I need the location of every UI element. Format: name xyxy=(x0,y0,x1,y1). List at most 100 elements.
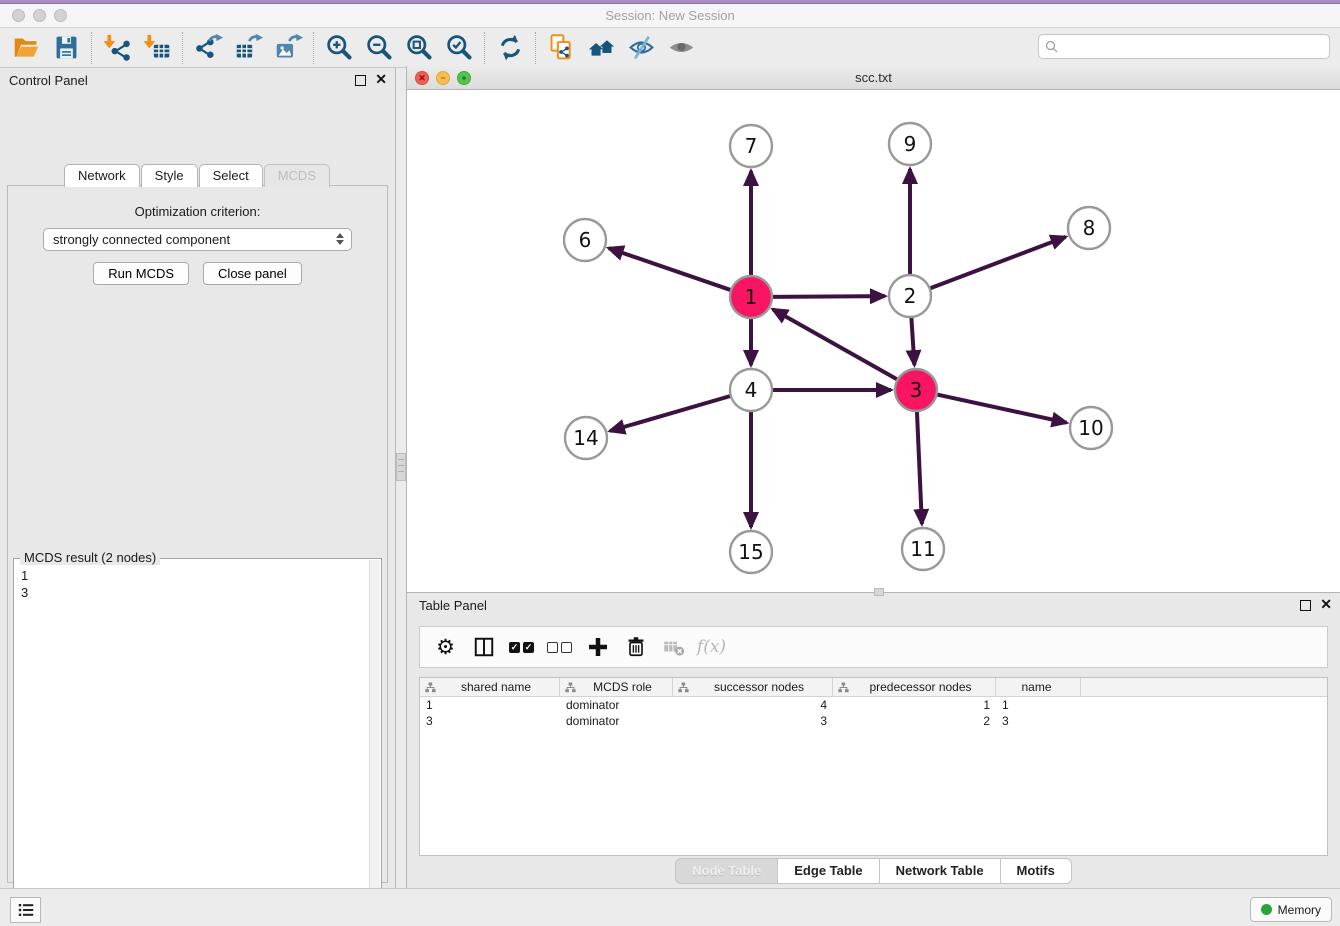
unchecked-boxes-icon xyxy=(547,642,572,653)
search-box xyxy=(1038,34,1330,59)
toolbar-separator xyxy=(535,32,536,64)
network-graph[interactable]: 1234678910111415 xyxy=(407,90,1340,592)
graph-edge-3-10 xyxy=(937,394,1067,422)
import-network-icon xyxy=(103,33,132,62)
graph-edge-1-2 xyxy=(772,296,885,297)
svg-text:1: 1 xyxy=(745,285,758,309)
column-header-mcds-role[interactable]: MCDS role xyxy=(560,678,673,696)
select-all-columns-button[interactable]: ✓✓ xyxy=(506,631,537,663)
refresh-icon xyxy=(496,33,525,62)
float-table-panel-icon[interactable] xyxy=(1300,600,1311,611)
mcds-result-title: MCDS result (2 nodes) xyxy=(20,550,160,565)
checked-boxes-icon: ✓✓ xyxy=(509,642,534,653)
control-panel-title: Control Panel xyxy=(9,73,88,88)
mcds-result-text[interactable]: 1 3 xyxy=(14,559,381,601)
memory-label: Memory xyxy=(1278,903,1321,917)
tree-icon xyxy=(838,682,849,693)
first-neighbors-button[interactable] xyxy=(581,31,621,65)
tab-style[interactable]: Style xyxy=(141,164,198,187)
tab-select[interactable]: Select xyxy=(199,164,263,187)
copy-network-button[interactable] xyxy=(541,31,581,65)
column-header-successor-nodes[interactable]: successor nodes xyxy=(673,678,833,696)
close-panel-button[interactable]: Close panel xyxy=(203,262,302,285)
column-layout-button[interactable] xyxy=(468,631,499,663)
graph-node-2: 2 xyxy=(889,275,931,317)
task-history-button[interactable] xyxy=(10,897,41,923)
import-network-button[interactable] xyxy=(97,31,137,65)
zoom-out-button[interactable] xyxy=(359,31,399,65)
zoom-fit-icon xyxy=(405,33,434,62)
result-scrollbar[interactable] xyxy=(369,560,380,926)
float-panel-icon[interactable] xyxy=(355,75,366,86)
add-column-button[interactable] xyxy=(582,631,613,663)
table-cell: dominator xyxy=(560,713,673,729)
close-panel-icon[interactable]: ✕ xyxy=(375,72,387,86)
table-panel-header: Table Panel ✕ xyxy=(407,593,1340,619)
criterion-value: strongly connected component xyxy=(53,232,230,247)
zoom-selected-button[interactable] xyxy=(439,31,479,65)
table-settings-button[interactable]: ⚙ xyxy=(430,631,461,663)
hide-graphics-button[interactable] xyxy=(621,31,661,65)
memory-button[interactable]: Memory xyxy=(1250,897,1332,922)
graph-node-9: 9 xyxy=(889,123,931,165)
tab-network-table[interactable]: Network Table xyxy=(880,858,1001,884)
graph-edge-3-11 xyxy=(917,411,922,524)
svg-text:14: 14 xyxy=(573,426,598,450)
table-cell: 2 xyxy=(833,713,996,729)
open-file-button[interactable] xyxy=(6,31,46,65)
plus-icon xyxy=(586,635,610,659)
network-window: ✕ − + scc.txt 1234678910111415 xyxy=(406,66,1340,592)
graph-node-14: 14 xyxy=(565,417,607,459)
tree-icon xyxy=(678,682,689,693)
toolbar-separator xyxy=(313,32,314,64)
column-header-shared-name[interactable]: shared name xyxy=(420,678,560,696)
delete-column-button[interactable] xyxy=(620,631,651,663)
table-tabs: Node Table Edge Table Network Table Moti… xyxy=(407,858,1340,884)
copy-documents-icon xyxy=(547,33,576,62)
import-table-button[interactable] xyxy=(137,31,177,65)
table-cell: 3 xyxy=(996,713,1081,729)
graph-edge-2-3 xyxy=(911,317,914,365)
main-toolbar xyxy=(0,28,1340,68)
zoom-fit-button[interactable] xyxy=(399,31,439,65)
edge-layer xyxy=(609,169,1067,527)
node-table: shared name MCDS role successor nodes pr… xyxy=(419,677,1328,856)
search-input[interactable] xyxy=(1060,37,1329,57)
svg-text:2: 2 xyxy=(904,284,917,308)
refresh-layout-button[interactable] xyxy=(490,31,530,65)
graph-edge-4-14 xyxy=(610,396,731,431)
clear-all-columns-button[interactable] xyxy=(544,631,575,663)
table-cell: 1 xyxy=(996,697,1081,713)
function-builder-button-disabled: f(x) xyxy=(696,631,727,663)
import-table-icon xyxy=(143,33,172,62)
eye-slash-icon xyxy=(627,33,656,62)
tab-mcds[interactable]: MCDS xyxy=(264,164,330,187)
column-header-name[interactable]: name xyxy=(996,678,1081,696)
graph-node-15: 15 xyxy=(730,531,772,573)
table-row[interactable]: 1 dominator 4 1 1 xyxy=(420,697,1327,713)
table-row[interactable]: 3 dominator 3 2 3 xyxy=(420,713,1327,729)
save-disk-icon xyxy=(52,33,81,62)
panel-splitter-grip[interactable] xyxy=(396,453,406,481)
table-cell: 1 xyxy=(420,697,560,713)
close-table-panel-icon[interactable]: ✕ xyxy=(1320,597,1332,611)
graph-node-8: 8 xyxy=(1068,207,1110,249)
export-network-button[interactable] xyxy=(188,31,228,65)
table-cell: 4 xyxy=(673,697,833,713)
criterion-select[interactable]: strongly connected component xyxy=(43,228,352,251)
table-panel: Table Panel ✕ ⚙ ✓✓ f(x) xyxy=(406,592,1340,888)
column-header-predecessor-nodes[interactable]: predecessor nodes xyxy=(833,678,996,696)
export-table-button[interactable] xyxy=(228,31,268,65)
trash-icon xyxy=(624,635,648,659)
run-mcds-button[interactable]: Run MCDS xyxy=(93,262,189,285)
export-image-button[interactable] xyxy=(268,31,308,65)
tab-edge-table[interactable]: Edge Table xyxy=(778,858,879,884)
tab-network[interactable]: Network xyxy=(64,164,140,187)
tab-node-table[interactable]: Node Table xyxy=(675,858,778,884)
show-graphics-button[interactable] xyxy=(661,31,701,65)
tab-motifs[interactable]: Motifs xyxy=(1001,858,1072,884)
toolbar-separator xyxy=(91,32,92,64)
zoom-in-button[interactable] xyxy=(319,31,359,65)
network-window-titlebar[interactable]: ✕ − + scc.txt xyxy=(406,66,1340,90)
save-session-button[interactable] xyxy=(46,31,86,65)
